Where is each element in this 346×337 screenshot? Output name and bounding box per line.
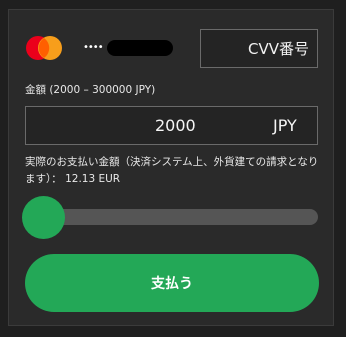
cvv-input[interactable]: CVV番号 — [200, 29, 318, 68]
amount-slider[interactable] — [22, 196, 319, 239]
amount-label: 金額 (2000 – 300000 JPY) — [25, 84, 156, 96]
amount-currency: JPY — [273, 116, 297, 135]
slider-track[interactable] — [33, 209, 318, 225]
redacted-card-number — [106, 40, 173, 56]
amount-value: 2000 — [155, 116, 196, 135]
amount-input[interactable]: 2000 JPY — [25, 106, 318, 145]
mastercard-icon — [26, 36, 62, 60]
card-number: •••• — [83, 40, 173, 56]
actual-payment-summary: 実際のお支払い金額（決済システム上、外貨建ての請求となります）： 12.13 E… — [25, 156, 319, 185]
pay-button-label: 支払う — [151, 276, 193, 292]
pay-button[interactable]: 支払う — [25, 254, 319, 312]
cvv-placeholder: CVV番号 — [248, 40, 309, 58]
payment-panel: •••• CVV番号 金額 (2000 – 300000 JPY) 2000 J… — [8, 9, 334, 326]
slider-thumb[interactable] — [22, 196, 65, 239]
card-number-mask: •••• — [83, 42, 104, 53]
